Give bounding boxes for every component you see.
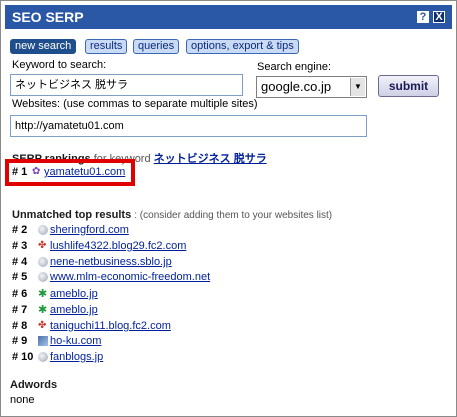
result-site-link[interactable]: lushlife4322.blog29.fc2.com — [50, 239, 186, 253]
tab-results[interactable]: results — [85, 39, 128, 54]
globe-icon — [38, 257, 48, 267]
unmatched-heading: Unmatched top results : (consider adding… — [12, 209, 332, 221]
rank-number: # 2 — [12, 224, 28, 236]
rank-number: # 6 — [12, 288, 28, 300]
purple-flower-icon: ✿ — [32, 166, 41, 177]
fc2-icon: ✤ — [38, 240, 47, 251]
keyword-input[interactable]: ネットビジネス 脱サラ — [10, 74, 243, 96]
rank-number: # 5 — [12, 271, 28, 283]
result-site-link[interactable]: sheringford.com — [50, 223, 129, 237]
title-bar: SEO SERP ? X — [5, 5, 452, 29]
ameba-icon: ✱ — [38, 288, 48, 300]
globe-icon — [38, 225, 48, 235]
help-button[interactable]: ? — [417, 11, 429, 23]
websites-input[interactable]: http://yamatetu01.com — [10, 115, 367, 137]
rank-number: # 9 — [12, 335, 28, 347]
seo-serp-panel: SEO SERP ? X new search results queries … — [0, 0, 457, 417]
result-site-link[interactable]: fanblogs.jp — [50, 350, 103, 364]
tab-options-export-tips[interactable]: options, export & tips — [186, 39, 299, 54]
chevron-down-icon[interactable]: ▼ — [350, 78, 365, 96]
fc2-icon: ✤ — [38, 320, 47, 331]
unmatched-hint: : (consider adding them to your websites… — [134, 210, 333, 221]
rank-number: # 4 — [12, 256, 28, 268]
keyword-label: Keyword to search: — [12, 59, 107, 71]
search-engine-label: Search engine: — [257, 61, 331, 73]
rank-number: # 10 — [12, 351, 34, 363]
rank-number: # 3 — [12, 240, 28, 252]
rank-number: # 1 — [12, 166, 28, 178]
result-site-link[interactable]: www.mlm-economic-freedom.net — [50, 270, 210, 284]
rank-number: # 7 — [12, 304, 28, 316]
tab-new-search[interactable]: new search — [10, 39, 77, 54]
adwords-title: Adwords — [10, 379, 58, 391]
ranking-site-link[interactable]: yamatetu01.com — [44, 165, 125, 179]
globe-icon — [38, 272, 48, 282]
result-site-link[interactable]: nene-netbusiness.sblo.jp — [50, 255, 172, 269]
search-engine-value: google.co.jp — [261, 79, 332, 94]
rank-number: # 8 — [12, 320, 28, 332]
window-title: SEO SERP — [12, 9, 84, 25]
result-site-link[interactable]: taniguchi11.blog.fc2.com — [50, 319, 171, 333]
thumbnail-icon — [38, 336, 48, 346]
tab-queries[interactable]: queries — [133, 39, 180, 54]
result-site-link[interactable]: ameblo.jp — [50, 303, 98, 317]
close-button[interactable]: X — [433, 11, 445, 23]
submit-button[interactable]: submit — [378, 75, 439, 97]
globe-icon — [38, 352, 48, 362]
result-site-link[interactable]: ho-ku.com — [50, 334, 101, 348]
ameba-icon: ✱ — [38, 304, 48, 316]
websites-label: Websites: (use commas to separate multip… — [12, 98, 258, 110]
search-engine-select[interactable]: google.co.jp ▼ — [256, 76, 367, 98]
unmatched-title: Unmatched top results — [12, 209, 132, 221]
ranking-keyword-link[interactable]: ネットビジネス 脱サラ — [154, 153, 267, 165]
result-site-link[interactable]: ameblo.jp — [50, 287, 98, 301]
adwords-value: none — [10, 394, 35, 406]
